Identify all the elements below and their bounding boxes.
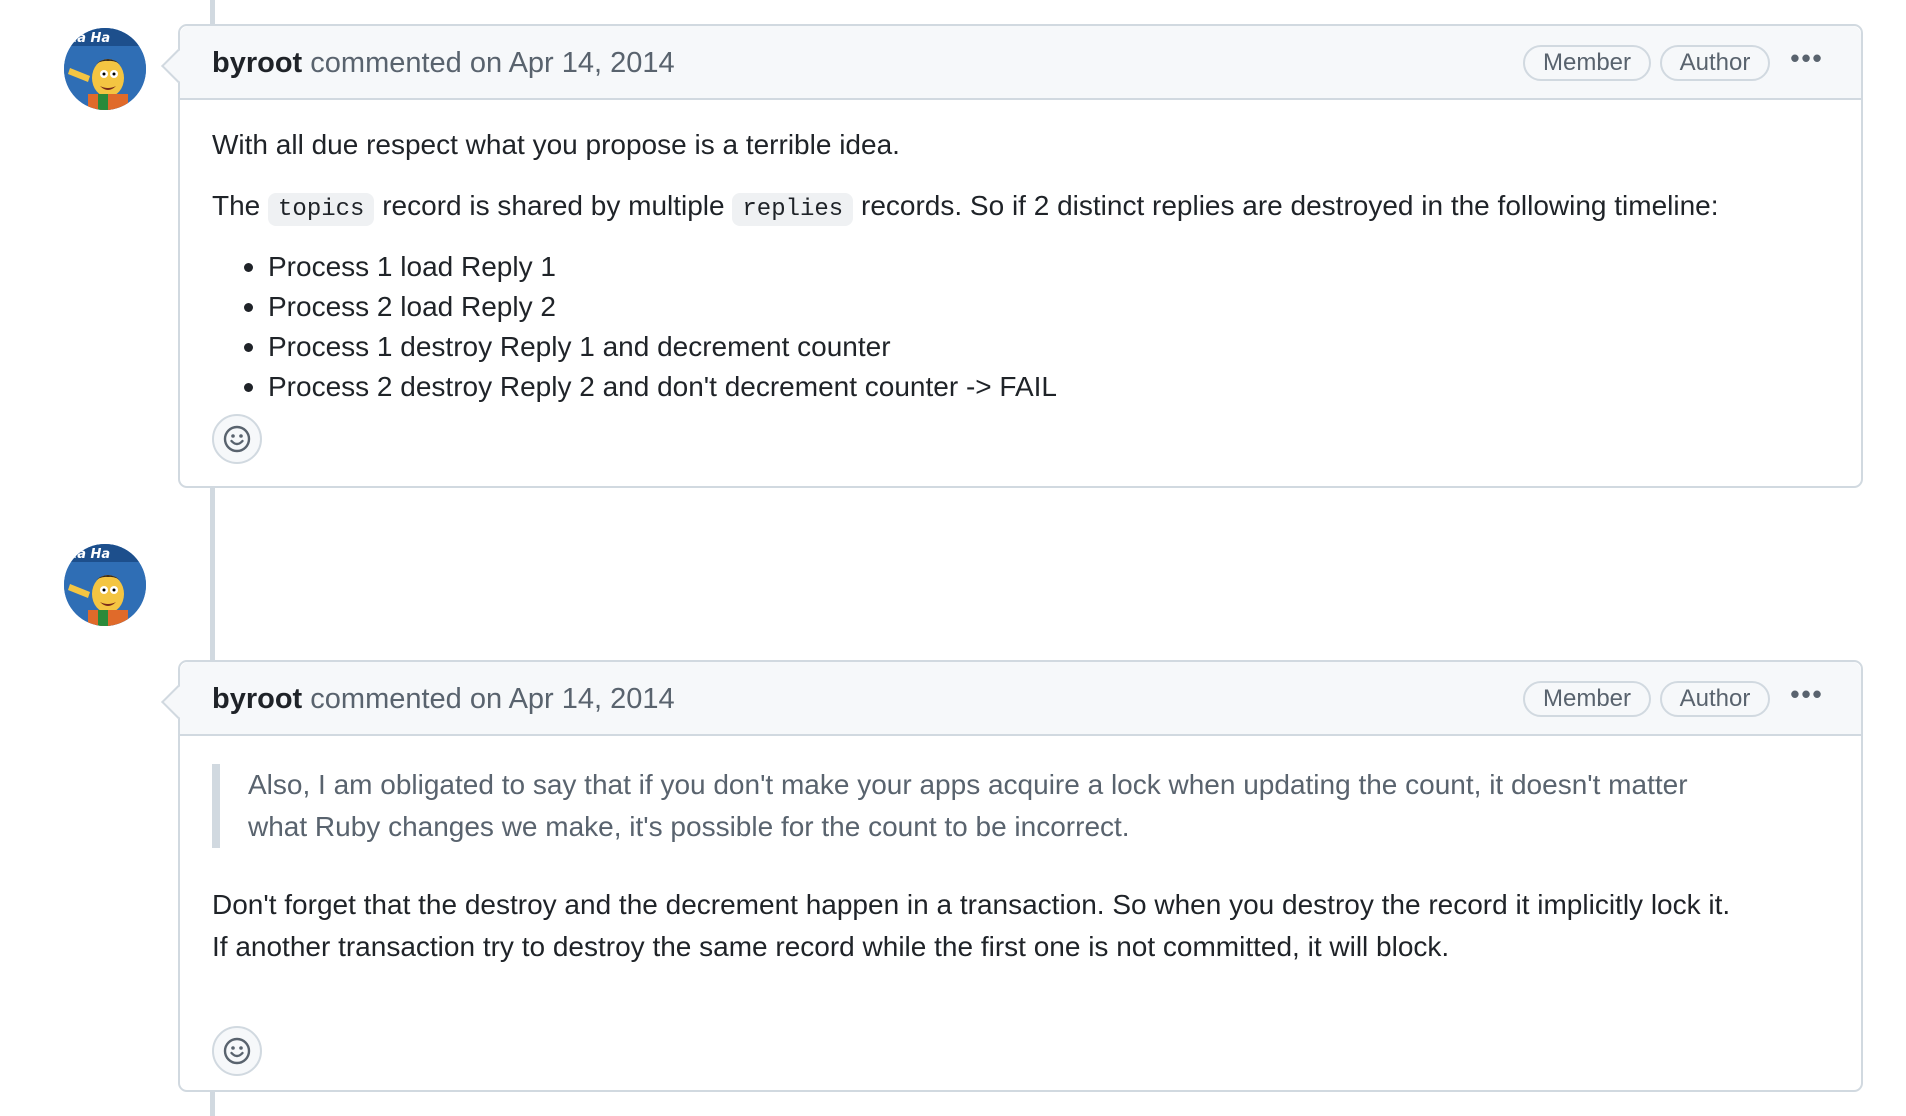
add-reaction-button[interactable] [212,414,262,464]
author-badge: Author [1660,681,1770,717]
comment-timestamp[interactable]: commented on Apr 14, 2014 [310,47,674,79]
smiley-icon [223,425,251,453]
comment-paragraph: Don't forget that the destroy and the de… [212,884,1730,968]
add-reaction-button[interactable] [212,1026,262,1076]
quote-line: what Ruby changes we make, it's possible… [248,811,1130,842]
author-link[interactable]: byroot [212,683,302,715]
svg-text:ha Ha: ha Ha [68,31,110,46]
text-segment: record is shared by multiple [374,190,733,221]
list-item: Process 1 load Reply 1 [212,246,556,288]
text-segment: records. So if 2 distinct replies are de… [853,190,1719,221]
text-segment: The [212,190,269,221]
quote-line: Also, I am obligated to say that if you … [248,769,1688,800]
author-badge: Author [1660,45,1770,81]
avatar-icon: ha Ha [64,28,146,110]
list-item: Process 1 destroy Reply 1 and decrement … [212,326,891,368]
comment-options-button[interactable]: ••• [1785,45,1829,78]
comment-card: byroot commented on Apr 14, 2014 Member … [161,660,1863,1092]
author-avatar[interactable]: ha Ha [64,28,146,110]
comment-options-button[interactable]: ••• [1785,681,1829,714]
paragraph-line: If another transaction try to destroy th… [212,931,1450,962]
paragraph-line: Don't forget that the destroy and the de… [212,889,1731,920]
member-badge: Member [1523,681,1651,717]
comment-card: byroot commented on Apr 14, 2014 Member … [161,24,1863,488]
smiley-icon [223,1037,251,1065]
inline-code-replies: replies [732,193,854,226]
comment-paragraph: With all due respect what you propose is… [212,129,900,160]
list-item: Process 2 destroy Reply 2 and don't decr… [212,366,1057,408]
comment-timestamp[interactable]: commented on Apr 14, 2014 [310,683,674,715]
author-link[interactable]: byroot [212,47,302,79]
comment-header-text: byroot commented on Apr 14, 2014 [212,682,675,716]
blockquote: Also, I am obligated to say that if you … [212,764,1832,848]
comment-header: byroot commented on Apr 14, 2014 Member … [180,26,1861,100]
comment-header: byroot commented on Apr 14, 2014 Member … [180,662,1861,736]
inline-code-topics: topics [268,193,375,226]
author-avatar[interactable]: ha Ha [64,544,146,626]
comment-header-text: byroot commented on Apr 14, 2014 [212,46,675,80]
comment-paragraph: The topics record is shared by multiple … [212,185,1719,231]
avatar-icon: ha Ha [64,544,146,626]
member-badge: Member [1523,45,1651,81]
svg-text:ha Ha: ha Ha [68,547,110,562]
list-item: Process 2 load Reply 2 [212,286,556,328]
